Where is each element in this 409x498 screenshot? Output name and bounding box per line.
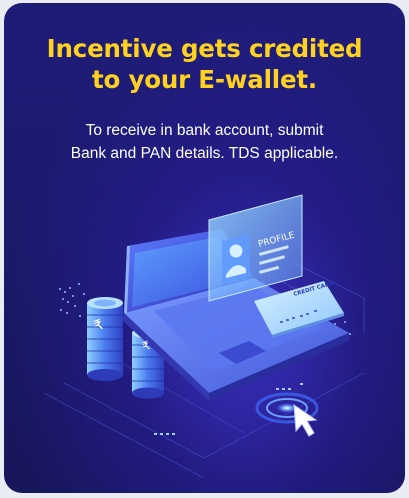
coin-stack-left — [87, 297, 123, 381]
cursor-icon — [293, 404, 318, 437]
laptop-wallet-illustration: PROFILE CREDIT CARD ₹ ₹ — [43, 194, 365, 479]
banner-subtitle-line-2: Bank and PAN details. TDS applicable. — [70, 145, 339, 162]
incentive-banner: Incentive gets credited to your E-wallet… — [4, 3, 405, 493]
banner-subtitle: To receive in bank account, submit Bank … — [4, 119, 405, 165]
banner-title-line-2: to your E-wallet. — [91, 65, 318, 94]
banner-subtitle-line-1: To receive in bank account, submit — [85, 122, 324, 139]
banner-title-line-1: Incentive gets credited — [46, 34, 363, 63]
banner-title: Incentive gets credited to your E-wallet… — [4, 33, 405, 95]
